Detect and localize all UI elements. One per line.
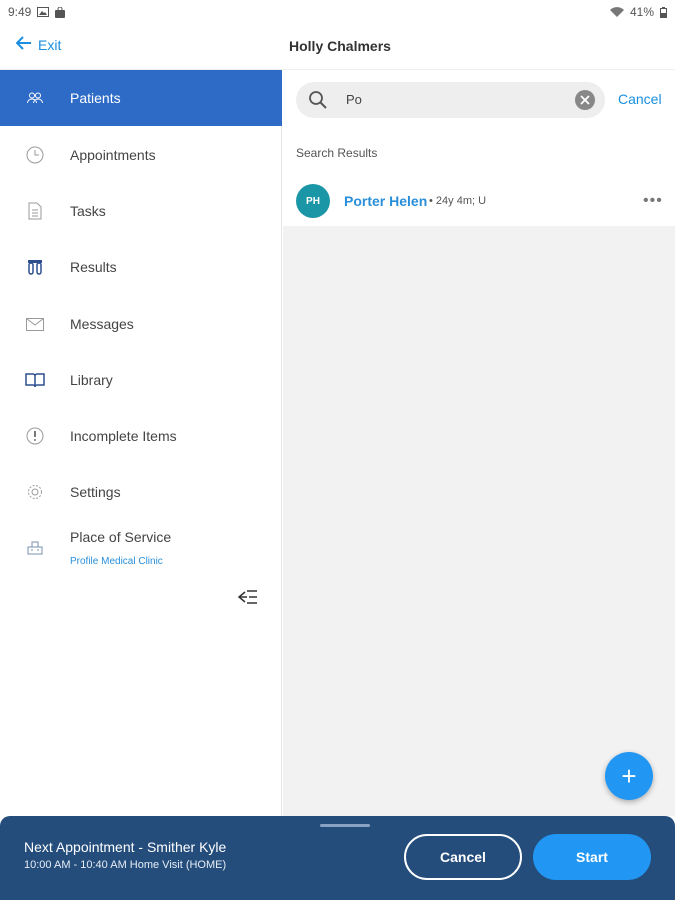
cancel-button[interactable]: Cancel [404, 834, 522, 880]
sidebar-item-label: Messages [70, 316, 134, 332]
start-button[interactable]: Start [533, 834, 651, 880]
sidebar-item-label: Appointments [70, 147, 156, 163]
sidebar-item-results[interactable]: Results [0, 239, 282, 295]
list-item[interactable]: PH Porter Helen • 24y 4m; U ••• [283, 170, 675, 226]
search-input[interactable]: Po [296, 82, 605, 118]
collapse-sidebar-icon[interactable] [237, 588, 259, 606]
status-time: 9:49 [8, 5, 32, 19]
sidebar-item-settings[interactable]: Settings [0, 464, 282, 520]
arrow-left-icon [15, 36, 32, 53]
book-icon [24, 369, 46, 391]
sidebar-item-label: Settings [70, 484, 121, 500]
image-icon [37, 7, 50, 17]
battery-icon [660, 6, 667, 18]
search-value: Po [346, 92, 362, 107]
sidebar-item-messages[interactable]: Messages [0, 296, 282, 352]
sidebar-item-library[interactable]: Library [0, 352, 282, 408]
wifi-icon [609, 6, 624, 18]
patients-icon [24, 87, 46, 109]
add-button[interactable]: + [605, 752, 653, 800]
results-header: Search Results [283, 130, 675, 170]
main-content: Po Cancel Search Results PH Porter Helen… [283, 70, 675, 816]
sidebar-item-patients[interactable]: Patients [0, 70, 282, 126]
sidebar-item-place-of-service[interactable]: Place of Service [0, 520, 282, 576]
search-cancel-button[interactable]: Cancel [618, 91, 662, 107]
exit-label: Exit [38, 36, 62, 53]
clock-icon [24, 144, 46, 166]
app-header: Exit Holly Chalmers [0, 24, 675, 70]
sidebar-item-appointments[interactable]: Appointments [0, 127, 282, 183]
sidebar-item-label: Library [70, 372, 113, 388]
document-icon [24, 200, 46, 222]
sidebar: Patients Appointments Tasks Results Mess… [0, 70, 282, 816]
next-appointment-bar: Next Appointment - Smither Kyle 10:00 AM… [0, 816, 675, 900]
sidebar-item-label: Results [70, 259, 117, 275]
test-tubes-icon [24, 256, 46, 278]
building-icon [24, 537, 46, 559]
exit-button[interactable]: Exit [15, 36, 62, 53]
battery-percent: 41% [629, 5, 654, 19]
alert-icon [24, 425, 46, 447]
sidebar-item-incomplete-items[interactable]: Incomplete Items [0, 408, 282, 464]
sidebar-item-label: Place of Service [70, 529, 172, 545]
next-appointment-title: Next Appointment - Smither Kyle [24, 839, 227, 855]
sidebar-item-label: Patients [70, 90, 121, 106]
place-of-service-value[interactable]: Profile Medical Clinic [70, 556, 163, 567]
more-options-icon[interactable]: ••• [643, 192, 663, 210]
shopping-bag-icon [55, 6, 66, 18]
sidebar-item-label: Incomplete Items [70, 428, 177, 444]
patient-name: Porter Helen [344, 193, 428, 209]
sidebar-item-tasks[interactable]: Tasks [0, 183, 282, 239]
search-icon [308, 90, 328, 115]
next-appointment-time: 10:00 AM - 10:40 AM Home Visit (HOME) [24, 859, 227, 871]
results-header-label: Search Results [296, 146, 378, 160]
patient-meta: • 24y 4m; U [429, 195, 487, 207]
avatar: PH [296, 184, 330, 218]
clear-search-icon[interactable] [575, 90, 595, 110]
drag-handle[interactable] [320, 824, 370, 827]
envelope-icon [24, 313, 46, 335]
status-bar: 9:49 41% [0, 0, 675, 24]
gear-icon [24, 481, 46, 503]
sidebar-item-label: Tasks [70, 203, 106, 219]
search-area: Po Cancel [283, 70, 675, 130]
page-title: Holly Chalmers [289, 38, 391, 54]
